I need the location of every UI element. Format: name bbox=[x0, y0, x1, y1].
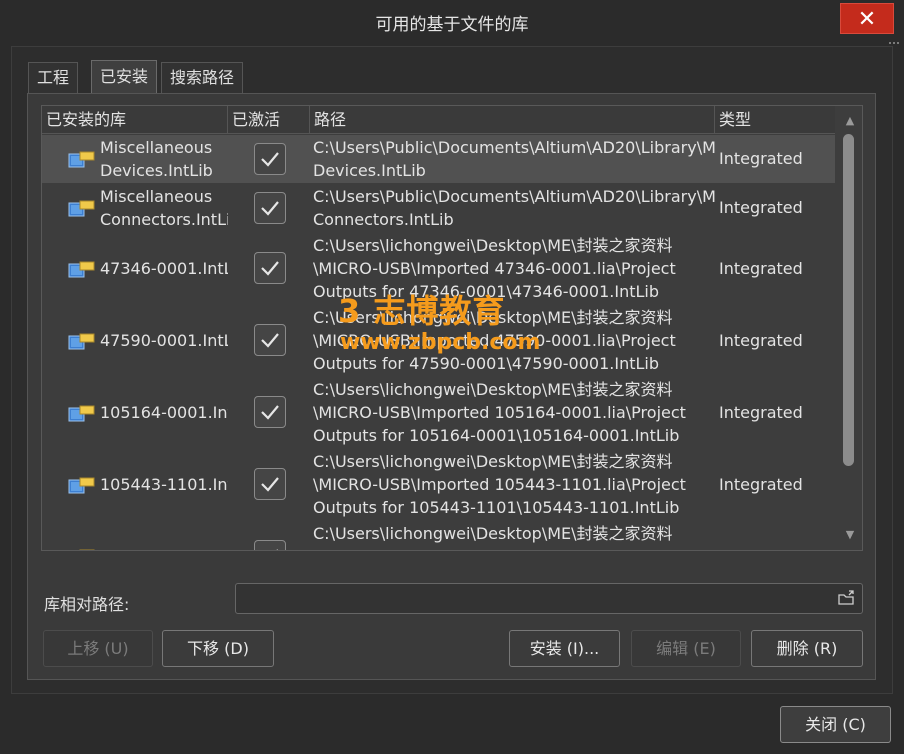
tab-project[interactable]: 工程 bbox=[28, 62, 79, 94]
vertical-scrollbar[interactable]: ▲ ▼ bbox=[838, 106, 862, 550]
column-header-active[interactable]: 已激活 bbox=[228, 106, 310, 134]
library-path: \MICRO-USB\Imported 105164-0001.lia\Proj… bbox=[313, 403, 686, 422]
library-type: Integrated bbox=[719, 198, 803, 217]
library-path: C:\Users\lichongwei\Desktop\ME\封装之家资料 bbox=[313, 452, 673, 471]
library-type: Integrated bbox=[719, 259, 803, 278]
checkmark-icon bbox=[276, 549, 278, 550]
library-type: Integrated bbox=[719, 149, 803, 168]
library-path: C:\Users\Public\Documents\Altium\AD20\Li… bbox=[313, 187, 716, 206]
library-icon bbox=[68, 151, 95, 168]
library-name: 105443-1101.IntLib bbox=[100, 475, 228, 494]
tab-search-path[interactable]: 搜索路径 bbox=[161, 62, 244, 94]
library-icon bbox=[68, 405, 95, 422]
title-bar: 可用的基于文件的库 ✕ bbox=[0, 0, 904, 44]
library-name: Miscellaneous bbox=[100, 138, 213, 157]
checkmark-icon bbox=[261, 152, 279, 167]
library-name: Connectors.IntLib bbox=[100, 210, 228, 229]
library-icon bbox=[68, 477, 95, 494]
library-path: Devices.IntLib bbox=[313, 161, 426, 180]
library-name: 105164-0001.IntLib bbox=[100, 403, 228, 422]
tab-installed[interactable]: 已安装 bbox=[91, 60, 158, 94]
active-checkbox[interactable] bbox=[254, 252, 286, 284]
table-row[interactable]: 105164-0001.IntLib C:\Users\lichongwei\D… bbox=[42, 377, 835, 448]
checkmark-icon bbox=[261, 261, 279, 276]
checkmark-icon bbox=[261, 333, 279, 348]
library-type: Integrated bbox=[719, 475, 803, 494]
active-checkbox[interactable] bbox=[254, 324, 286, 356]
library-name: 47346-0001.IntLib bbox=[100, 259, 228, 278]
library-path: Outputs for 105164-0001\105164-0001.IntL… bbox=[313, 426, 680, 445]
library-path: C:\Users\Public\Documents\Altium\AD20\Li… bbox=[313, 138, 716, 157]
grid-header: 已安装的库 已激活 路径 类型 bbox=[42, 106, 835, 134]
installed-libraries-grid: 已安装的库 已激活 路径 类型 Miscellaneous Devices.In… bbox=[41, 105, 863, 551]
library-path: Connectors.IntLib bbox=[313, 210, 454, 229]
library-path: Outputs for 47346-0001\47346-0001.IntLib bbox=[313, 282, 659, 301]
library-icon bbox=[79, 549, 95, 550]
window-close-button[interactable]: ✕ bbox=[840, 3, 894, 34]
library-path: C:\Users\lichongwei\Desktop\ME\封装之家资料 bbox=[313, 308, 673, 327]
library-icon bbox=[68, 261, 95, 278]
scroll-down-icon[interactable]: ▼ bbox=[844, 529, 856, 540]
library-path: \MICRO-USB\Imported 47590-0001.lia\Proje… bbox=[313, 331, 676, 350]
library-path: C:\Users\lichongwei\Desktop\ME\封装之家资料 bbox=[313, 524, 673, 543]
library-name: Miscellaneous bbox=[100, 187, 213, 206]
active-checkbox[interactable] bbox=[254, 396, 286, 428]
table-row[interactable]: 47346-0001.IntLib C:\Users\lichongwei\De… bbox=[42, 233, 835, 304]
edit-button[interactable]: 编辑 (E) bbox=[631, 630, 741, 667]
library-name: Devices.IntLib bbox=[100, 161, 213, 180]
active-checkbox[interactable] bbox=[254, 192, 286, 224]
move-down-button[interactable]: 下移 (D) bbox=[162, 630, 274, 667]
active-checkbox[interactable] bbox=[254, 540, 286, 550]
library-icon bbox=[68, 333, 95, 350]
library-type: Integrated bbox=[719, 331, 803, 350]
window-title: 可用的基于文件的库 bbox=[375, 15, 529, 35]
table-row[interactable]: Miscellaneous Devices.IntLib C:\Users\Pu… bbox=[42, 135, 835, 183]
delete-button[interactable]: 删除 (R) bbox=[751, 630, 863, 667]
library-path: C:\Users\lichongwei\Desktop\ME\封装之家资料 bbox=[313, 380, 673, 399]
checkmark-icon bbox=[261, 405, 279, 420]
scroll-up-icon[interactable]: ▲ bbox=[844, 115, 856, 126]
library-path: Outputs for 105443-1101\105443-1101.IntL… bbox=[313, 498, 680, 517]
library-path: Outputs for 47590-0001\47590-0001.IntLib bbox=[313, 354, 659, 373]
table-row[interactable]: 105443-1101.IntLib C:\Users\lichongwei\D… bbox=[42, 449, 835, 520]
column-header-type[interactable]: 类型 bbox=[715, 106, 835, 134]
checkmark-icon bbox=[261, 201, 279, 216]
table-row[interactable]: Miscellaneous Connectors.IntLib C:\Users… bbox=[42, 184, 835, 232]
browse-folder-icon[interactable] bbox=[838, 590, 856, 606]
library-type: Integrated bbox=[719, 403, 803, 422]
table-row[interactable]: 47590-0001.IntLib C:\Users\lichongwei\De… bbox=[42, 305, 835, 376]
library-icon bbox=[68, 200, 95, 217]
scrollbar-thumb[interactable] bbox=[843, 134, 854, 466]
relative-path-input[interactable] bbox=[235, 583, 863, 614]
checkmark-icon bbox=[261, 477, 279, 492]
install-button[interactable]: 安装 (I)... bbox=[509, 630, 620, 667]
library-path: \MICRO-USB\Imported 47346-0001.lia\Proje… bbox=[313, 259, 676, 278]
relative-path-label: 库相对路径: bbox=[44, 595, 130, 614]
active-checkbox[interactable] bbox=[254, 143, 286, 175]
table-row[interactable]: C:\Users\lichongwei\Desktop\ME\封装之家资料 bbox=[42, 521, 835, 550]
library-name: 47590-0001.IntLib bbox=[100, 331, 228, 350]
column-header-path[interactable]: 路径 bbox=[310, 106, 715, 134]
library-path: \MICRO-USB\Imported 105443-1101.lia\Proj… bbox=[313, 475, 686, 494]
active-checkbox[interactable] bbox=[254, 468, 286, 500]
library-path: C:\Users\lichongwei\Desktop\ME\封装之家资料 bbox=[313, 236, 673, 255]
column-header-library[interactable]: 已安装的库 bbox=[42, 106, 228, 134]
close-button[interactable]: 关闭 (C) bbox=[780, 706, 891, 743]
move-up-button[interactable]: 上移 (U) bbox=[43, 630, 153, 667]
